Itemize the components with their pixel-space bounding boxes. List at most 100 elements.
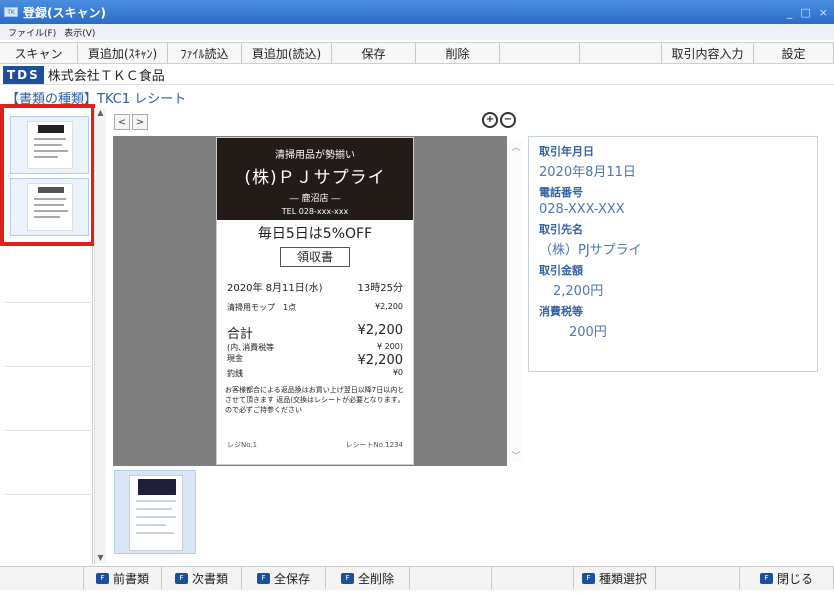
receipt-tax-value: ¥ 200) xyxy=(376,342,403,351)
company-bar: TDS 株式会社ＴＫＣ食品 xyxy=(0,65,834,85)
page-nav: < > xyxy=(114,114,148,130)
info-vendor-label: 取引先名 xyxy=(539,223,583,236)
info-amount-value[interactable]: 2,200円 xyxy=(539,280,807,299)
receipt-tagline: 清掃用品が勢揃い xyxy=(275,150,355,161)
scroll-up-icon[interactable]: ︿ xyxy=(509,140,523,153)
f4-key-icon: F xyxy=(256,572,270,584)
info-amount-label: 取引金額 xyxy=(539,264,583,277)
transaction-info-panel: 取引年月日 2020年8月11日 電話番号 028-XXX-XXX 取引先名 （… xyxy=(528,136,818,372)
window-title: 登録(スキャン) xyxy=(23,5,106,20)
info-tax-label: 消費税等 xyxy=(539,305,583,318)
receipt-total-row: 合計 ¥2,200 xyxy=(217,323,413,342)
receipt-note: お客様都合による返品換はお買い上げ翌日以降7日以内とさせて頂きます 返品(交換は… xyxy=(225,386,405,414)
delete-all-label: 全削除 xyxy=(357,571,394,586)
fkey-empty-6 xyxy=(410,567,492,589)
close-label: 閉じる xyxy=(776,571,813,586)
scan-button[interactable]: スキャン xyxy=(0,43,78,63)
f5-key-icon: F xyxy=(340,572,354,584)
info-vendor: 取引先名 （株）PJサプライ xyxy=(539,221,807,258)
receipt-header: 清掃用品が勢揃い (株)ＰＪサプライ ― 鹿沼店 ― TEL 028-xxx-x… xyxy=(217,138,413,220)
selection-highlight xyxy=(0,104,95,246)
fkey-empty-left xyxy=(0,567,84,589)
info-amount: 取引金額 2,200円 xyxy=(539,262,807,299)
f2-key-icon: F xyxy=(95,572,109,584)
prev-page-button[interactable]: < xyxy=(114,114,130,130)
add-page-load-button[interactable]: 頁追加(読込) xyxy=(242,43,332,63)
delete-all-button[interactable]: F 全削除 xyxy=(326,567,410,589)
save-button[interactable]: 保存 xyxy=(332,43,416,63)
info-tax-value[interactable]: 200円 xyxy=(539,321,807,340)
receipt-number: レシートNo.1234 xyxy=(345,441,403,449)
settings-button[interactable]: 設定 xyxy=(754,43,834,63)
file-load-button[interactable]: ﾌｧｲﾙ読込 xyxy=(168,43,242,63)
menu-bar: ファイル(F) 表示(V) xyxy=(0,24,834,40)
next-document-button[interactable]: F 次書類 xyxy=(162,567,242,589)
receipt-change-label: 釣銭 xyxy=(227,369,243,378)
f10-key-icon: F xyxy=(759,572,773,584)
receipt-store-name: (株)ＰＪサプライ xyxy=(244,168,386,188)
receipt-datetime: 2020年 8月11日(水) 13時25分 xyxy=(217,279,413,294)
prev-document-label: 前書類 xyxy=(112,571,149,586)
fkey-empty-7 xyxy=(492,567,574,589)
transaction-input-button[interactable]: 取引内容入力 xyxy=(662,43,754,63)
zoom-out-icon[interactable]: − xyxy=(500,112,516,128)
receipt-total-label: 合計 xyxy=(227,327,254,342)
receipt-cash-row: 現金 ¥2,200 xyxy=(217,353,413,368)
minimize-icon[interactable]: _ xyxy=(787,6,793,19)
save-all-label: 全保存 xyxy=(273,571,310,586)
prev-document-button[interactable]: F 前書類 xyxy=(84,567,162,589)
save-all-button[interactable]: F 全保存 xyxy=(242,567,326,589)
receipt-image: 清掃用品が勢揃い (株)ＰＪサプライ ― 鹿沼店 ― TEL 028-xxx-x… xyxy=(216,137,414,465)
next-page-button[interactable]: > xyxy=(132,114,148,130)
app-icon: TK xyxy=(4,7,18,17)
scroll-down-icon[interactable]: ﹀ xyxy=(509,449,523,462)
receipt-item-price: ¥2,200 xyxy=(375,302,403,311)
menu-view[interactable]: 表示(V) xyxy=(64,26,95,39)
zoom-in-icon[interactable]: + xyxy=(482,112,498,128)
zoom-controls: + − xyxy=(482,112,516,128)
receipt-cash-value: ¥2,200 xyxy=(357,353,404,368)
receipt-item-row: 清掃用モップ 1点 ¥2,200 xyxy=(217,302,413,313)
receipt-change-row: 釣銭 ¥0 xyxy=(217,368,413,379)
info-date: 取引年月日 2020年8月11日 xyxy=(539,143,807,180)
type-select-button[interactable]: F 種類選択 xyxy=(574,567,656,589)
receipt-item-name: 清掃用モップ 1点 xyxy=(227,303,297,312)
page-preview-thumbnail[interactable] xyxy=(114,470,196,554)
type-select-label: 種類選択 xyxy=(598,571,647,586)
toolbar-empty-1 xyxy=(500,43,580,63)
receipt-date: 2020年 8月11日(水) xyxy=(227,283,323,294)
receipt-promo: 毎日5日は5%OFF xyxy=(257,226,373,242)
f3-key-icon: F xyxy=(174,572,188,584)
add-page-scan-button[interactable]: 頁追加(ｽｷｬﾝ) xyxy=(78,43,168,63)
info-date-value[interactable]: 2020年8月11日 xyxy=(539,161,807,180)
info-phone-value[interactable]: 028-XXX-XXX xyxy=(539,202,807,217)
fkey-empty-9 xyxy=(656,567,740,589)
toolbar: スキャン 頁追加(ｽｷｬﾝ) ﾌｧｲﾙ読込 頁追加(読込) 保存 削除 取引内容… xyxy=(0,42,834,64)
viewer-scrollbar[interactable]: ︿ ﹀ xyxy=(509,140,523,462)
company-name: 株式会社ＴＫＣ食品 xyxy=(47,69,165,84)
tds-badge: TDS xyxy=(3,65,44,84)
receipt-branch: ― 鹿沼店 ― xyxy=(289,194,341,204)
receipt-preview-icon xyxy=(129,475,183,551)
receipt-tax-row: (内､消費税等 ¥ 200) xyxy=(217,342,413,353)
scroll-up-icon[interactable]: ▲ xyxy=(95,108,106,117)
menu-file[interactable]: ファイル(F) xyxy=(8,26,56,39)
receipt-title: 領収書 xyxy=(280,247,350,267)
close-button[interactable]: F 閉じる xyxy=(740,567,834,589)
window-controls: _ □ × xyxy=(787,6,828,19)
delete-button[interactable]: 削除 xyxy=(416,43,500,63)
thumbnail-scrollbar[interactable]: ▲ ▼ xyxy=(94,108,106,564)
receipt-cash-label: 現金 xyxy=(227,354,243,363)
receipt-time: 13時25分 xyxy=(357,283,403,294)
close-icon[interactable]: × xyxy=(819,6,828,19)
info-tax: 消費税等 200円 xyxy=(539,303,807,340)
next-document-label: 次書類 xyxy=(191,571,228,586)
info-date-label: 取引年月日 xyxy=(539,145,594,158)
scroll-down-icon[interactable]: ▼ xyxy=(95,553,106,562)
receipt-tax-label: (内､消費税等 xyxy=(227,343,275,352)
maximize-icon[interactable]: □ xyxy=(800,6,810,19)
info-vendor-value[interactable]: （株）PJサプライ xyxy=(539,239,807,258)
receipt-tel: TEL 028-xxx-xxx xyxy=(281,207,349,216)
receipt-change-value: ¥0 xyxy=(392,368,403,377)
title-bar: TK 登録(スキャン) _ □ × xyxy=(0,0,834,24)
